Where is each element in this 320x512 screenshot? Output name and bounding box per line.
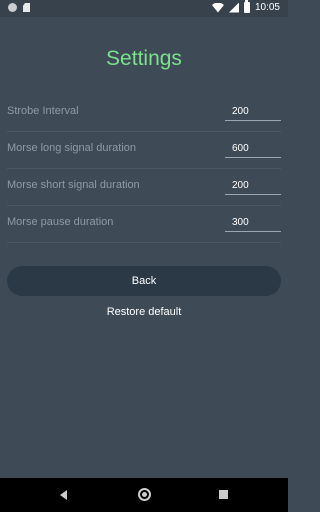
status-bar: 10:05: [0, 0, 288, 17]
wifi-icon: [211, 2, 224, 13]
setting-label: Morse long signal duration: [7, 142, 137, 154]
morse-short-duration-input[interactable]: [225, 177, 281, 195]
setting-row-morse-long: Morse long signal duration: [7, 132, 281, 169]
status-time: 10:05: [254, 2, 280, 13]
back-button[interactable]: Back: [7, 266, 281, 296]
morse-long-duration-input[interactable]: [225, 140, 281, 158]
page-title: Settings: [106, 47, 182, 70]
notification-dot-icon: [8, 3, 17, 12]
setting-row-morse-short: Morse short signal duration: [7, 169, 281, 206]
setting-row-morse-pause: Morse pause duration: [7, 206, 281, 243]
strobe-interval-input[interactable]: [225, 103, 281, 121]
navigation-bar: [0, 478, 288, 512]
setting-label: Morse short signal duration: [7, 179, 140, 191]
nav-home-icon[interactable]: [138, 488, 151, 501]
status-right: 10:05: [211, 0, 280, 13]
nav-recents-icon[interactable]: [219, 490, 228, 499]
setting-row-strobe-interval: Strobe Interval: [7, 95, 281, 132]
sd-card-icon: [23, 3, 30, 12]
morse-pause-duration-input[interactable]: [225, 214, 281, 232]
battery-icon: [243, 0, 250, 13]
nav-back-icon[interactable]: [60, 490, 67, 500]
signal-icon: [228, 2, 239, 13]
restore-default-button[interactable]: Restore default: [0, 306, 288, 318]
status-left: [8, 3, 30, 12]
setting-label: Strobe Interval: [7, 105, 79, 117]
setting-label: Morse pause duration: [7, 216, 114, 228]
